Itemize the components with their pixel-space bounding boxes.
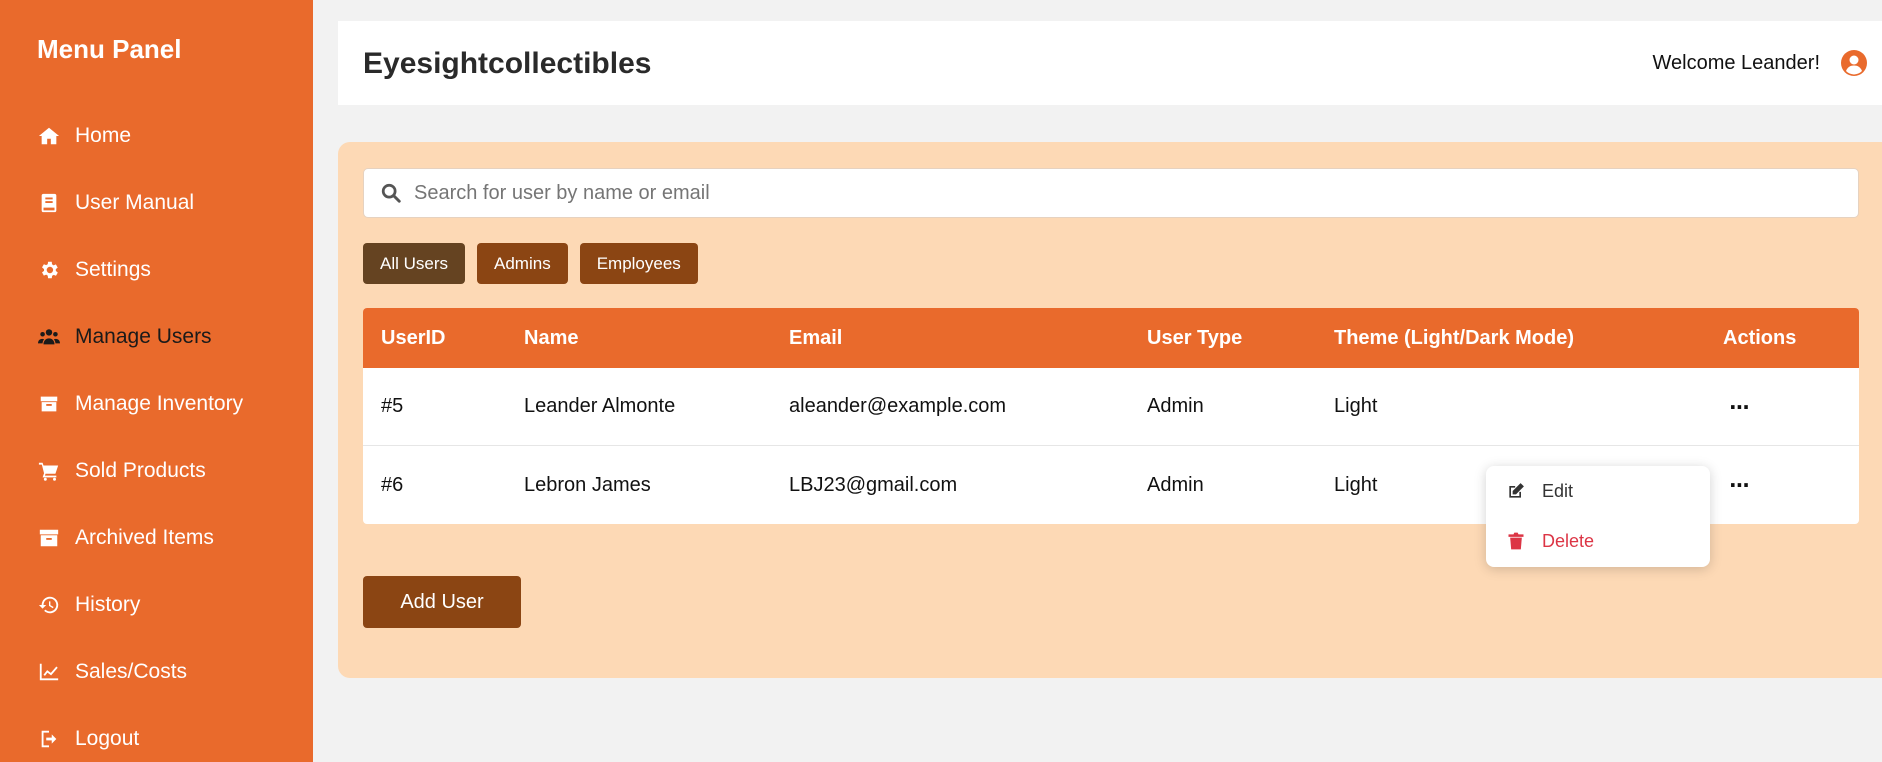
search-icon xyxy=(381,183,401,203)
sidebar-title: Menu Panel xyxy=(37,34,182,64)
sidebar-item-label: Sold Products xyxy=(75,458,206,482)
home-icon xyxy=(37,124,61,148)
sidebar-item-home[interactable]: Home xyxy=(0,102,313,169)
sidebar-item-logout[interactable]: Logout xyxy=(0,705,313,762)
sidebar-item-label: Archived Items xyxy=(75,525,214,549)
dropdown-delete-label: Delete xyxy=(1542,530,1595,551)
brand-title: Eyesightcollectibles xyxy=(363,47,652,80)
row-actions-ellipsis-icon[interactable]: ··· xyxy=(1729,395,1750,419)
cart-icon xyxy=(37,459,61,483)
welcome-text: Welcome Leander! xyxy=(1652,52,1821,74)
sidebar-item-label: History xyxy=(75,592,141,616)
row-actions-ellipsis-icon[interactable]: ··· xyxy=(1729,473,1750,497)
cell-theme: Light xyxy=(1334,473,1378,496)
column-header-userid[interactable]: UserID xyxy=(381,327,445,350)
sidebar-item-settings[interactable]: Settings xyxy=(0,236,313,303)
edit-icon xyxy=(1509,483,1524,498)
row-actions-dropdown: Edit Delete xyxy=(1486,466,1710,567)
gear-icon xyxy=(37,258,61,282)
column-header-theme[interactable]: Theme (Light/Dark Mode) xyxy=(1334,327,1574,350)
filter-all-users-button[interactable]: All Users xyxy=(363,243,466,284)
search-input[interactable] xyxy=(414,181,1814,205)
sidebar-item-history[interactable]: History xyxy=(0,571,313,638)
sidebar-item-label: Settings xyxy=(75,257,151,281)
table-row: #5 Leander Almonte aleander@example.com … xyxy=(363,368,1859,446)
cell-email: aleander@example.com xyxy=(789,395,1007,417)
users-icon xyxy=(37,325,61,349)
column-header-email[interactable]: Email xyxy=(789,327,842,350)
cell-email: LBJ23@gmail.com xyxy=(789,473,958,496)
sidebar-item-label: Manage Inventory xyxy=(75,391,244,415)
sidebar-item-sold-products[interactable]: Sold Products xyxy=(0,437,313,504)
trash-icon xyxy=(1508,532,1524,550)
sidebar-item-label: Logout xyxy=(75,726,140,750)
sidebar-item-sales-costs[interactable]: Sales/Costs xyxy=(0,638,313,705)
cell-userid: #6 xyxy=(381,473,404,496)
sidebar-item-manage-inventory[interactable]: Manage Inventory xyxy=(0,370,313,437)
column-header-actions: Actions xyxy=(1723,326,1797,349)
column-header-user-type[interactable]: User Type xyxy=(1147,327,1242,350)
table-header-row: UserID Name Email User Type Theme (Light… xyxy=(363,308,1859,368)
history-icon xyxy=(37,593,61,617)
box-icon xyxy=(37,392,61,416)
cell-name: Leander Almonte xyxy=(524,395,676,417)
cell-user-type: Admin xyxy=(1147,473,1204,496)
dropdown-edit-label: Edit xyxy=(1542,480,1574,501)
sidebar-nav: Home User Manual Settings Manage Users M… xyxy=(0,102,313,762)
search-bar xyxy=(363,168,1859,218)
cell-user-type: Admin xyxy=(1147,395,1204,417)
sidebar-item-archived-items[interactable]: Archived Items xyxy=(0,504,313,571)
archive-icon xyxy=(37,526,61,550)
top-header: Eyesightcollectibles Welcome Leander! xyxy=(338,21,1882,105)
dropdown-delete-item[interactable]: Delete xyxy=(1486,516,1710,566)
chart-line-icon xyxy=(37,660,61,684)
logout-icon xyxy=(37,727,61,751)
sidebar-item-label: Sales/Costs xyxy=(75,659,188,683)
sidebar-item-label: Manage Users xyxy=(75,324,212,348)
dropdown-edit-item[interactable]: Edit xyxy=(1486,466,1710,516)
book-icon xyxy=(37,191,61,215)
sidebar-item-label: User Manual xyxy=(75,190,195,214)
sidebar: Menu Panel Home User Manual Settings Man… xyxy=(0,0,313,762)
main-panel: All Users Admins Employees UserID Name E… xyxy=(338,142,1882,678)
user-circle-icon[interactable] xyxy=(1840,49,1868,77)
sidebar-item-user-manual[interactable]: User Manual xyxy=(0,169,313,236)
cell-name: Lebron James xyxy=(524,473,651,496)
column-header-name[interactable]: Name xyxy=(524,327,578,350)
filter-admins-button[interactable]: Admins xyxy=(477,243,568,284)
user-filters: All Users Admins Employees xyxy=(363,243,698,284)
cell-userid: #5 xyxy=(381,395,404,417)
cell-theme: Light xyxy=(1334,395,1378,417)
add-user-button[interactable]: Add User xyxy=(363,576,521,628)
sidebar-item-label: Home xyxy=(75,123,132,147)
sidebar-item-manage-users[interactable]: Manage Users xyxy=(0,303,313,370)
filter-employees-button[interactable]: Employees xyxy=(579,243,698,284)
